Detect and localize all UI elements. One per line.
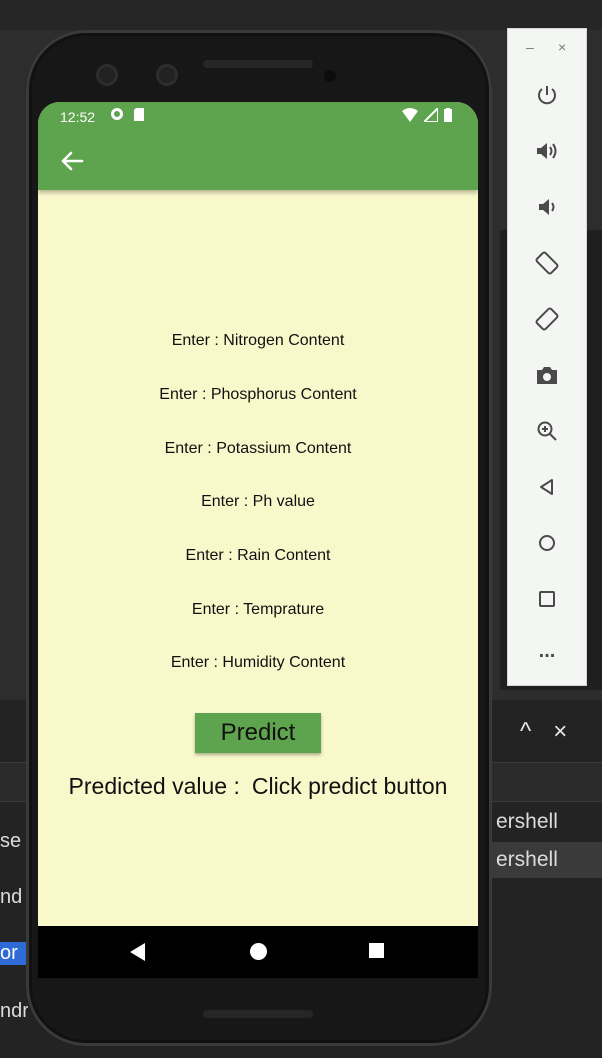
phone-camera xyxy=(96,64,118,86)
predict-button[interactable]: Predict xyxy=(195,713,321,753)
nav-home-icon[interactable] xyxy=(250,943,267,960)
navigation-bar xyxy=(38,926,478,978)
back-arrow-icon[interactable] xyxy=(56,146,86,176)
battery-icon xyxy=(444,108,452,122)
chevron-up-icon[interactable]: ^ xyxy=(520,718,531,746)
app-bar xyxy=(38,132,478,190)
zoom-icon[interactable] xyxy=(522,411,572,451)
settings-icon xyxy=(111,108,123,120)
ide-panel-controls: ^ × xyxy=(520,712,600,752)
nav-recent-icon[interactable] xyxy=(369,943,384,958)
more-icon[interactable]: ... xyxy=(522,631,572,671)
signal-icon xyxy=(424,108,438,122)
status-bar: 12:52 xyxy=(38,102,478,132)
home-icon[interactable] xyxy=(522,523,572,563)
close-icon[interactable]: × xyxy=(553,718,567,746)
rain-input[interactable]: Enter : Rain Content xyxy=(38,547,478,565)
temperature-input[interactable]: Enter : Temprature xyxy=(38,601,478,619)
ide-left-fragment: nd xyxy=(0,886,23,908)
result-label: Predicted value : xyxy=(68,773,240,799)
status-time: 12:52 xyxy=(60,109,96,125)
status-icons-right xyxy=(402,108,452,122)
phone-speaker-bottom xyxy=(203,1010,313,1018)
ide-topbar xyxy=(0,0,602,30)
phone-camera xyxy=(156,64,178,86)
close-icon[interactable]: × xyxy=(558,39,566,55)
humidity-input[interactable]: Enter : Humidity Content xyxy=(38,654,478,672)
phosphorus-input[interactable]: Enter : Phosphorus Content xyxy=(38,386,478,404)
wifi-icon xyxy=(402,108,418,122)
ide-left-fragment: se xyxy=(0,830,22,852)
volume-down-icon[interactable] xyxy=(522,187,572,227)
volume-up-icon[interactable] xyxy=(522,131,572,171)
ide-left-fragment: ndr xyxy=(0,1000,28,1022)
phone-frame: 12:52 Enter : Nitrogen Content Enter : P… xyxy=(26,30,492,1046)
terminal-row[interactable]: ershell xyxy=(492,804,602,840)
ide-left-fragment-highlight: or xyxy=(0,942,28,965)
nav-back-icon[interactable] xyxy=(130,943,145,961)
power-icon[interactable] xyxy=(522,75,572,115)
form-content: Enter : Nitrogen Content Enter : Phospho… xyxy=(38,190,478,926)
overview-icon[interactable] xyxy=(522,579,572,619)
nitrogen-input[interactable]: Enter : Nitrogen Content xyxy=(38,332,478,350)
result-value: Click predict button xyxy=(251,773,448,799)
potassium-input[interactable]: Enter : Potassium Content xyxy=(38,440,478,458)
phone-speaker xyxy=(203,60,313,68)
emulator-toolbar: – × ... xyxy=(507,28,587,686)
phone-screen: 12:52 Enter : Nitrogen Content Enter : P… xyxy=(38,102,478,978)
rotate-left-icon[interactable] xyxy=(522,243,572,283)
phone-sensor xyxy=(324,70,336,82)
status-icons-left xyxy=(110,107,144,121)
result-text: Predicted value : Click predict button xyxy=(38,773,478,800)
back-icon[interactable] xyxy=(522,467,572,507)
camera-icon[interactable] xyxy=(522,355,572,395)
minimize-icon[interactable]: – xyxy=(526,39,534,55)
rotate-right-icon[interactable] xyxy=(522,299,572,339)
ph-input[interactable]: Enter : Ph value xyxy=(38,493,478,511)
sd-card-icon xyxy=(134,107,144,121)
terminal-row-selected[interactable]: ershell xyxy=(492,842,602,878)
